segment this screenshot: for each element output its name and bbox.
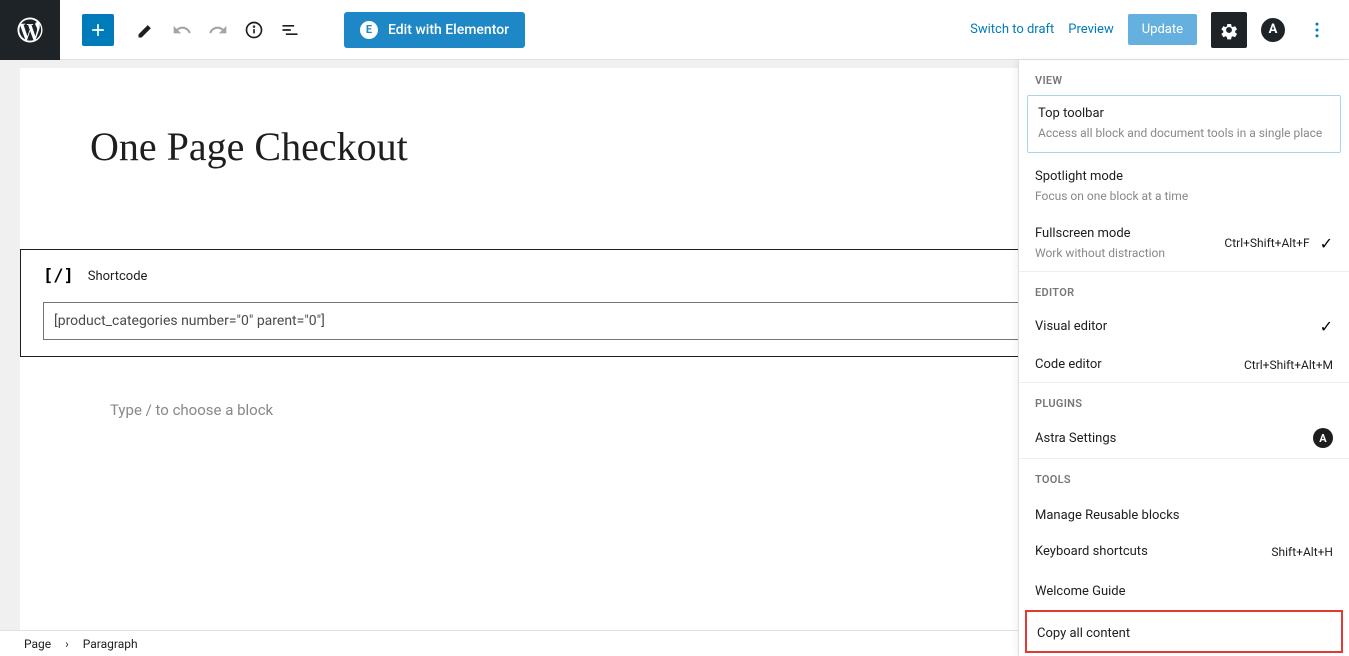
- outline-icon[interactable]: [272, 12, 308, 48]
- top-toolbar: E Edit with Elementor Switch to draft Pr…: [0, 0, 1349, 60]
- more-options-button[interactable]: [1299, 12, 1335, 48]
- update-button[interactable]: Update: [1128, 14, 1197, 45]
- dd-title: Fullscreen mode: [1035, 226, 1165, 241]
- dd-title: Copy all content: [1037, 626, 1130, 641]
- dd-code-editor[interactable]: Code editor Ctrl+Shift+Alt+M: [1019, 347, 1349, 383]
- dd-astra-settings[interactable]: Astra Settings A: [1019, 418, 1349, 459]
- dd-shortcut: Ctrl+Shift+Alt+M: [1244, 358, 1333, 372]
- dd-tools-label: TOOLS: [1019, 459, 1349, 494]
- dd-title: Astra Settings: [1035, 431, 1116, 446]
- dd-manage-reusable[interactable]: Manage Reusable blocks: [1019, 494, 1349, 534]
- astra-icon: A: [1313, 428, 1333, 448]
- toolbar-left: E Edit with Elementor: [60, 12, 525, 48]
- dd-view-label: VIEW: [1019, 60, 1349, 95]
- elementor-label: Edit with Elementor: [388, 22, 509, 38]
- dd-plugins-label: PLUGINS: [1019, 383, 1349, 418]
- paragraph-placeholder: Type / to choose a block: [110, 401, 273, 419]
- undo-icon[interactable]: [164, 12, 200, 48]
- wordpress-logo[interactable]: [0, 0, 60, 60]
- dd-editor-label: EDITOR: [1019, 272, 1349, 307]
- dd-desc: Focus on one block at a time: [1035, 188, 1333, 205]
- dd-shortcut: Ctrl+Shift+Alt+F: [1224, 236, 1309, 250]
- edit-mode-icon[interactable]: [128, 12, 164, 48]
- check-icon: ✓: [1320, 317, 1333, 336]
- edit-elementor-button[interactable]: E Edit with Elementor: [344, 12, 525, 48]
- dd-shortcut: Shift+Alt+H: [1271, 545, 1333, 559]
- dd-keyboard-shortcuts[interactable]: Keyboard shortcuts Shift+Alt+H: [1019, 534, 1349, 570]
- dd-title: Welcome Guide: [1035, 584, 1126, 599]
- dd-title: Code editor: [1035, 357, 1102, 372]
- breadcrumb-current[interactable]: Paragraph: [83, 637, 138, 651]
- dd-welcome-guide[interactable]: Welcome Guide: [1019, 570, 1349, 610]
- add-block-button[interactable]: [82, 14, 114, 46]
- dd-spotlight[interactable]: Spotlight mode Focus on one block at a t…: [1019, 159, 1349, 216]
- switch-draft-link[interactable]: Switch to draft: [970, 22, 1054, 37]
- dd-top-toolbar[interactable]: Top toolbar Access all block and documen…: [1027, 95, 1341, 153]
- elementor-icon: E: [360, 21, 378, 39]
- settings-button[interactable]: [1211, 12, 1247, 48]
- dd-title: Visual editor: [1035, 319, 1107, 334]
- breadcrumb-root[interactable]: Page: [24, 637, 51, 651]
- toolbar-right: Switch to draft Preview Update A: [970, 12, 1349, 48]
- dd-copy-all-content[interactable]: Copy all content: [1025, 610, 1343, 653]
- dd-title: Keyboard shortcuts: [1035, 544, 1148, 559]
- redo-icon[interactable]: [200, 12, 236, 48]
- breadcrumb-separator: ›: [65, 637, 69, 651]
- dd-desc: Access all block and document tools in a…: [1038, 125, 1330, 142]
- shortcode-label: Shortcode: [88, 269, 148, 284]
- dd-title: Top toolbar: [1038, 106, 1330, 121]
- dd-visual-editor[interactable]: Visual editor ✓: [1019, 307, 1349, 347]
- check-icon: ✓: [1320, 234, 1333, 253]
- preview-link[interactable]: Preview: [1068, 22, 1113, 37]
- dd-desc: Work without distraction: [1035, 245, 1165, 262]
- options-dropdown: VIEW Top toolbar Access all block and do…: [1018, 60, 1349, 656]
- astra-icon[interactable]: A: [1261, 18, 1285, 42]
- dd-title: Manage Reusable blocks: [1035, 508, 1180, 523]
- shortcode-icon: [/]: [43, 266, 74, 286]
- dd-fullscreen[interactable]: Fullscreen mode Work without distraction…: [1019, 216, 1349, 273]
- dd-title: Spotlight mode: [1035, 169, 1333, 184]
- info-icon[interactable]: [236, 12, 272, 48]
